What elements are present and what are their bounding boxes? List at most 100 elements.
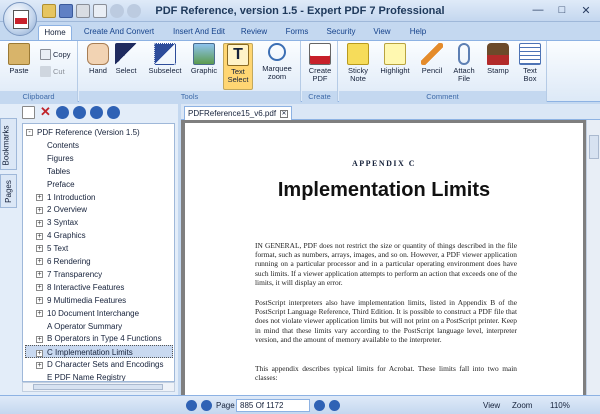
create-pdf-button[interactable]: Create PDF	[303, 43, 337, 83]
expand-icon[interactable]: +	[36, 284, 43, 292]
previous-page-icon[interactable]	[201, 400, 212, 411]
copy-button[interactable]: Copy	[40, 49, 71, 60]
maximize-icon[interactable]: □	[550, 1, 574, 19]
bookmark-item[interactable]: - PDF Reference (Version 1.5)	[26, 126, 140, 139]
expand-icon[interactable]: +	[36, 206, 43, 214]
scrollbar-thumb[interactable]	[33, 384, 163, 390]
view-menu[interactable]: View	[483, 399, 500, 412]
bookmark-item[interactable]: +7 Transparency	[36, 268, 102, 281]
move-down-icon[interactable]	[107, 106, 120, 119]
expand-icon[interactable]: +	[36, 258, 43, 266]
clipboard-group-label: Clipboard	[0, 91, 77, 102]
bookmark-item[interactable]: +1 Introduction	[36, 191, 95, 204]
bookmark-label: 2 Overview	[47, 205, 88, 215]
document-tab-bar: PDFReference15_v6.pdf ✕	[181, 104, 600, 120]
tab-home[interactable]: Home	[38, 25, 72, 40]
expand-icon[interactable]: +	[36, 193, 43, 201]
move-up-icon[interactable]	[90, 106, 103, 119]
page-number-input[interactable]: 885 Of 1172	[236, 399, 310, 412]
bookmark-item[interactable]: E PDF Name Registry	[36, 371, 126, 381]
expand-icon[interactable]: +	[36, 245, 43, 253]
bookmark-item[interactable]: +6 Rendering	[36, 255, 91, 268]
back-arrow-icon[interactable]	[56, 106, 69, 119]
attach-file-button[interactable]: Attach File	[447, 43, 481, 83]
last-page-icon[interactable]	[329, 400, 340, 411]
bookmark-item[interactable]: Preface	[36, 178, 75, 191]
pdf-logo-icon	[13, 10, 29, 29]
highlight-button[interactable]: Highlight	[377, 43, 413, 75]
arrow-cursor-icon	[115, 43, 137, 65]
tab-create-and-convert[interactable]: Create And Convert	[80, 25, 158, 40]
bookmark-item[interactable]: +9 Multimedia Features	[36, 294, 126, 307]
expand-icon[interactable]: +	[36, 349, 43, 357]
magnifier-icon	[268, 43, 286, 61]
pencil-button[interactable]: Pencil	[415, 43, 449, 75]
scrollbar-thumb[interactable]	[589, 135, 599, 159]
bookmark-item[interactable]: A Operator Summary	[36, 320, 122, 333]
tab-pages[interactable]: Pages	[0, 174, 17, 208]
expand-icon[interactable]: +	[36, 219, 43, 227]
subselect-tool-button[interactable]: Subselect	[145, 43, 185, 75]
sticky-note-icon	[347, 43, 369, 65]
close-icon[interactable]: ✕	[574, 1, 598, 19]
text-box-icon	[519, 43, 541, 65]
next-page-icon[interactable]	[314, 400, 325, 411]
expand-icon[interactable]: +	[36, 335, 43, 343]
picture-icon	[193, 43, 215, 65]
bookmark-item[interactable]: Tables	[36, 165, 70, 178]
sticky-note-button[interactable]: Sticky Note	[341, 43, 375, 83]
text-box-button[interactable]: Text Box	[513, 43, 547, 83]
first-page-icon[interactable]	[186, 400, 197, 411]
bookmark-label: Figures	[47, 153, 74, 163]
bookmark-item[interactable]: +2 Overview	[36, 203, 87, 216]
clipboard-group: Paste Copy Cut Clipboard	[0, 41, 78, 102]
bookmark-horizontal-scrollbar[interactable]	[22, 382, 175, 392]
expand-icon[interactable]: +	[36, 271, 43, 279]
bookmark-item[interactable]: Figures	[36, 152, 74, 165]
select-tool-button[interactable]: Select	[109, 43, 143, 75]
cut-button[interactable]: Cut	[40, 66, 65, 77]
tab-help[interactable]: Help	[404, 25, 432, 40]
tab-bookmarks[interactable]: Bookmarks	[0, 118, 17, 170]
close-tab-icon[interactable]: ✕	[280, 109, 289, 118]
zoom-level[interactable]: 110%	[550, 399, 570, 412]
tab-security[interactable]: Security	[320, 25, 362, 40]
expand-icon[interactable]: +	[36, 297, 43, 305]
collapse-icon[interactable]: -	[26, 129, 33, 137]
stamp-button[interactable]: Stamp	[481, 43, 515, 75]
bookmark-label: 8 Interactive Features	[47, 282, 125, 292]
application-menu-button[interactable]	[3, 2, 37, 36]
bookmark-label: 3 Syntax	[47, 218, 79, 228]
delete-bookmark-icon[interactable]: ✕	[39, 105, 52, 119]
tab-view[interactable]: View	[368, 25, 396, 40]
tab-insert-and-edit[interactable]: Insert And Edit	[168, 25, 230, 40]
bookmark-label: B Operators in Type 4 Functions	[47, 334, 162, 344]
bookmark-item[interactable]: +8 Interactive Features	[36, 281, 124, 294]
window-controls: — □ ✕	[526, 1, 598, 19]
expand-icon[interactable]: +	[36, 309, 43, 317]
bookmark-item[interactable]: Contents	[36, 139, 79, 152]
bookmark-item[interactable]: +3 Syntax	[36, 216, 78, 229]
new-bookmark-icon[interactable]	[22, 106, 35, 119]
paste-button[interactable]: Paste	[4, 43, 34, 75]
bookmark-label: 1 Introduction	[47, 192, 96, 202]
bookmark-item[interactable]: +10 Document Interchange	[36, 307, 139, 320]
bookmark-item[interactable]: +4 Graphics	[36, 229, 86, 242]
minimize-icon[interactable]: —	[526, 1, 550, 19]
paragraph: This appendix describes typical limits f…	[255, 364, 517, 383]
bookmark-item[interactable]: + D Character Sets and Encodings	[36, 358, 164, 371]
tab-forms[interactable]: Forms	[281, 25, 313, 40]
marquee-zoom-button[interactable]: Marquee zoom	[257, 43, 297, 81]
expand-icon[interactable]: +	[36, 361, 43, 369]
bookmark-item[interactable]: +5 Text	[36, 242, 68, 255]
bookmark-item[interactable]: + C Implementation Limits	[25, 345, 173, 359]
tab-review[interactable]: Review	[236, 25, 272, 40]
zoom-menu[interactable]: Zoom	[512, 399, 532, 412]
forward-arrow-icon[interactable]	[73, 106, 86, 119]
bookmark-item[interactable]: + B Operators in Type 4 Functions	[36, 332, 162, 345]
graphic-tool-button[interactable]: Graphic	[187, 43, 221, 75]
document-vertical-scrollbar[interactable]	[586, 120, 600, 395]
document-tab[interactable]: PDFReference15_v6.pdf ✕	[184, 106, 293, 120]
expand-icon[interactable]: +	[36, 232, 43, 240]
text-select-tool-button[interactable]: T Text Select	[223, 43, 253, 90]
